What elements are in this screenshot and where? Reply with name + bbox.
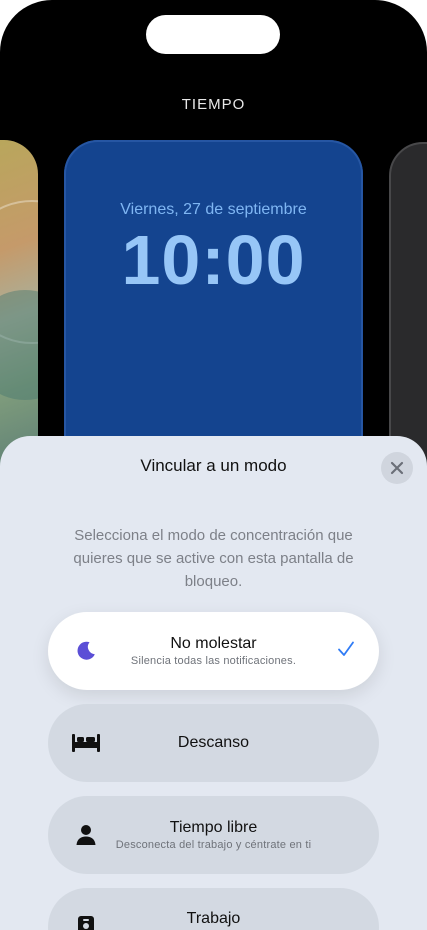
checkmark-icon (337, 640, 355, 663)
mode-work[interactable]: Trabajo (48, 888, 379, 930)
mode-subtitle: Desconecta del trabajo y céntrate en ti (115, 838, 312, 851)
badge-icon (73, 914, 99, 930)
mode-name: Descanso (177, 734, 250, 751)
mode-rest[interactable]: Descanso (48, 704, 379, 782)
moon-icon (73, 638, 99, 664)
mode-name: No molestar (170, 634, 257, 652)
sheet-title: Vincular a un modo (140, 456, 287, 475)
mode-name: Tiempo libre (169, 818, 258, 836)
dynamic-island (146, 15, 280, 54)
mode-do-not-disturb[interactable]: No molestar Silencia todas las notificac… (48, 612, 379, 690)
wallpaper-category-label: TIEMPO (181, 96, 246, 113)
wallpaper-preview-current[interactable]: Viernes, 27 de septiembre 10:00 (64, 140, 363, 480)
mode-personal-time[interactable]: Tiempo libre Desconecta del trabajo y cé… (48, 796, 379, 874)
wallpaper-preview-previous[interactable] (0, 140, 38, 470)
lockscreen-gallery: TIEMPO Viernes, 27 de septiembre 10:00 V… (0, 0, 427, 930)
wallpaper-preview-next[interactable] (389, 142, 427, 476)
sheet-description: Selecciona el modo de concentración que … (73, 527, 354, 590)
bed-icon (70, 730, 102, 756)
close-button[interactable] (381, 452, 413, 484)
lockscreen-time: 10:00 (121, 221, 306, 299)
lockscreen-date: Viernes, 27 de septiembre (120, 201, 307, 218)
mode-name: Trabajo (186, 910, 241, 927)
close-icon (390, 461, 404, 475)
mode-subtitle: Silencia todas las notificaciones. (130, 654, 297, 667)
focus-link-sheet: Vincular a un modo Selecciona el modo de… (0, 436, 427, 930)
person-icon (73, 822, 99, 848)
